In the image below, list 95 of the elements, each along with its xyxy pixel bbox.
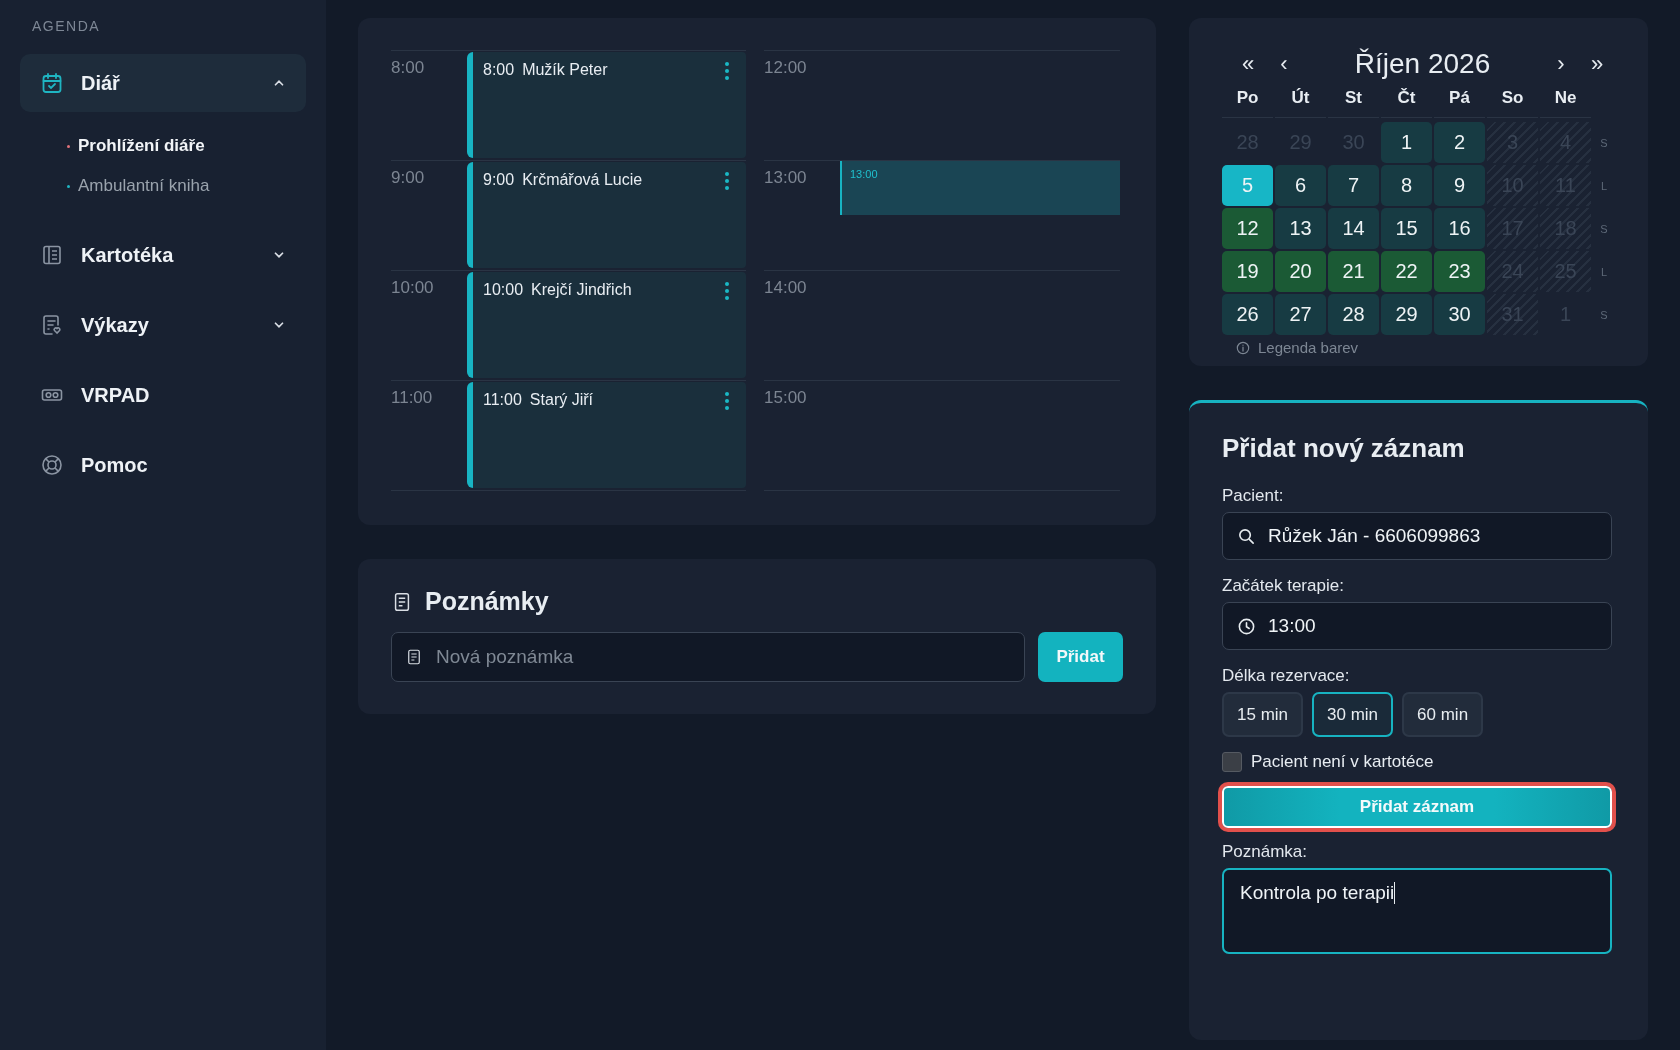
weekday-label: St [1328,88,1379,118]
calendar-day[interactable]: 14 [1328,208,1379,249]
weekday-label: Čt [1381,88,1432,118]
nav-item[interactable]: Diář [20,54,306,112]
calendar-day[interactable]: 15 [1381,208,1432,249]
patient-name: Starý Jiří [529,391,594,409]
calendar-day[interactable]: 12 [1222,208,1273,249]
next-month-button[interactable]: › [1543,51,1579,77]
appointment-time: 10:00 [483,281,524,299]
previous-year-button[interactable]: « [1230,51,1266,77]
calendar-day[interactable]: 27 [1275,294,1326,335]
note-textarea[interactable]: Kontrola po terapii [1222,868,1612,954]
patient-name: Krejčí Jindřich [531,281,633,299]
calendar-day[interactable]: 1 [1381,122,1432,163]
week-parity: L [1599,178,1609,194]
note-input[interactable]: Nová poznámka [391,632,1025,682]
calendar-day[interactable]: 26 [1222,294,1273,335]
calendar-day[interactable]: 16 [1434,208,1485,249]
nav-subitem[interactable]: Ambulantní kniha [66,166,210,206]
patient-field[interactable]: Růžek Ján - 6606099863 [1222,512,1612,560]
time-label: 12:00 [764,57,808,79]
calendar-day[interactable]: 13 [1275,208,1326,249]
field-label: Poznámka: [1222,842,1308,862]
calendar-day[interactable]: 20 [1275,251,1326,292]
patient-name: Krčmářová Lucie [522,171,644,189]
week-parity: L [1599,264,1609,280]
calendar-day[interactable]: 22 [1381,251,1432,292]
week-parity: S [1599,307,1609,323]
duration-option[interactable]: 15 min [1222,692,1304,737]
calendar-day[interactable]: 21 [1328,251,1379,292]
appointment-card[interactable]: 11:00 Starý Jiří [467,382,746,488]
nav-item[interactable]: Pomoc [20,436,306,494]
clock-icon [1237,616,1256,636]
report-heart-icon [40,313,64,337]
notes-title: Poznámky [425,587,549,616]
calendar-check-icon [40,71,64,95]
field-label: Začátek terapie: [1222,576,1344,596]
more-icon[interactable] [724,171,730,191]
nav-item[interactable]: VRPAD [20,366,306,424]
selected-slot[interactable]: 13:00 [840,161,1120,215]
document-icon [405,648,423,666]
weekday-label: Pá [1434,88,1485,118]
calendar-day[interactable]: 29 [1381,294,1432,335]
notebook-icon [40,243,64,267]
time-label: 10:00 [391,277,435,299]
checkbox[interactable] [1222,752,1242,772]
appointment-time: 11:00 [483,391,522,409]
time-label: 8:00 [391,57,426,79]
appointment-time: 8:00 [483,61,515,79]
next-year-button[interactable]: » [1579,51,1615,77]
weekday-label: Po [1222,88,1273,118]
nav-item[interactable]: Kartotéka [20,226,306,284]
field-label: Pacient: [1222,486,1284,506]
duration-option[interactable]: 30 min [1312,692,1394,737]
time-label: 9:00 [391,167,426,189]
calendar-day[interactable]: 9 [1434,165,1485,206]
legend-link[interactable]: Legenda barev [1258,339,1359,356]
calendar-day[interactable]: 7 [1328,165,1379,206]
calendar-day[interactable]: 19 [1222,251,1273,292]
appointment-time: 9:00 [483,171,515,189]
week-parity: S [1599,135,1609,151]
calendar-day[interactable]: 2 [1434,122,1485,163]
nav-subitem[interactable]: Prohlížení diáře [66,126,205,166]
time-field[interactable]: 13:00 [1222,602,1612,650]
more-icon[interactable] [724,281,730,301]
previous-month-button[interactable]: ‹ [1266,51,1302,77]
time-label: 14:00 [764,277,808,299]
time-label: 11:00 [391,387,434,409]
calendar-day[interactable]: 23 [1434,251,1485,292]
checkbox-label: Pacient není v kartotéce [1251,752,1434,772]
week-parity: S [1599,221,1609,237]
calendar-day[interactable]: 28 [1328,294,1379,335]
weekday-label: So [1487,88,1538,118]
appointment-card[interactable]: 10:00 Krejčí Jindřich [467,272,746,378]
calendar-day[interactable]: 8 [1381,165,1432,206]
appointment-card[interactable]: 8:00 Mužík Peter [467,52,746,158]
calendar-day[interactable]: 30 [1434,294,1485,335]
more-icon[interactable] [724,391,730,411]
time-label: 13:00 [764,167,808,189]
section-label: AGENDA [32,18,102,34]
appointment-card[interactable]: 9:00 Krčmářová Lucie [467,162,746,268]
duration-option[interactable]: 60 min [1402,692,1484,737]
info-icon [1236,340,1250,355]
nav-item[interactable]: Výkazy [20,296,306,354]
patient-name: Mužík Peter [522,61,609,79]
month-title: Říjen 2026 [1353,48,1492,80]
field-label: Délka rezervace: [1222,666,1350,686]
calendar-day[interactable]: 6 [1275,165,1326,206]
lifebuoy-icon [40,453,64,477]
form-title: Přidat nový záznam [1222,433,1465,464]
weekday-label: Út [1275,88,1326,118]
weekday-label: Ne [1540,88,1591,118]
time-label: 15:00 [764,387,808,409]
search-icon [1237,526,1256,546]
more-icon[interactable] [724,61,730,81]
